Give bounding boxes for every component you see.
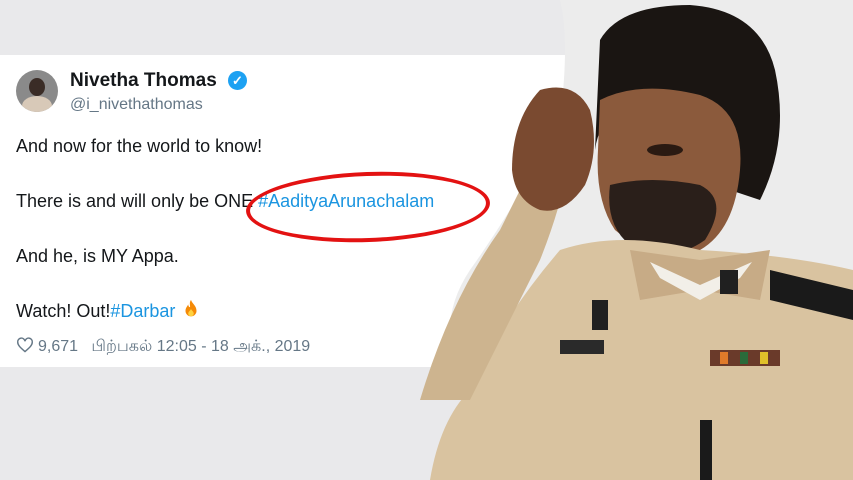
- officer-saluting-photo: [420, 0, 853, 480]
